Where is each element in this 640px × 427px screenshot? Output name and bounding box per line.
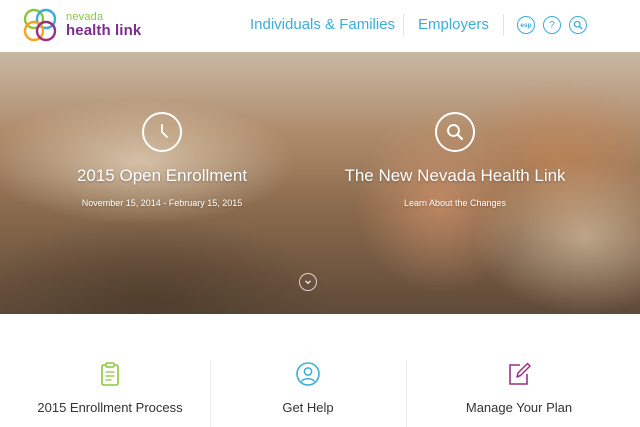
hero-title-new-link[interactable]: The New Nevada Health Link <box>325 166 585 186</box>
clock-icon <box>142 112 182 152</box>
logo-text-big: health link <box>66 22 142 39</box>
person-icon <box>296 362 320 386</box>
nav-employers[interactable]: Employers <box>418 16 489 33</box>
clipboard-icon <box>101 362 119 386</box>
edit-icon <box>509 362 531 385</box>
hero-title-enrollment[interactable]: 2015 Open Enrollment <box>32 166 292 186</box>
feature-get-help[interactable]: Get Help <box>210 314 406 427</box>
help-button[interactable]: ? <box>543 16 561 34</box>
logo-mark-icon <box>23 8 57 42</box>
nevada-health-link-logo[interactable]: nevada health link <box>22 7 141 45</box>
search-button[interactable] <box>569 16 587 34</box>
search-icon <box>435 112 475 152</box>
feature-enrollment-process[interactable]: 2015 Enrollment Process <box>10 314 210 427</box>
feature-manage-plan[interactable]: Manage Your Plan <box>406 314 632 427</box>
nav-divider <box>503 14 504 36</box>
spanish-language-button[interactable]: esp <box>517 16 535 34</box>
feature-label-help: Get Help <box>282 400 334 415</box>
feature-label-enrollment: 2015 Enrollment Process <box>37 400 183 415</box>
feature-label-manage: Manage Your Plan <box>465 400 573 415</box>
site-header: nevada health link Individuals & Familie… <box>0 0 640 52</box>
hero-subtitle-changes[interactable]: Learn About the Changes <box>325 198 585 208</box>
hero-banner: 2015 Open Enrollment November 15, 2014 -… <box>0 52 640 314</box>
nav-individuals-families[interactable]: Individuals & Families <box>250 16 395 33</box>
new-health-link-promo[interactable]: The New Nevada Health Link Learn About t… <box>325 112 585 208</box>
nav-divider <box>403 14 404 36</box>
chevron-down-icon <box>305 280 311 285</box>
hero-subtitle-dates: November 15, 2014 - February 15, 2015 <box>81 198 243 208</box>
open-enrollment-promo[interactable]: 2015 Open Enrollment November 15, 2014 -… <box>32 112 292 208</box>
search-icon <box>573 20 583 30</box>
feature-links: 2015 Enrollment Process Get Help Manage … <box>0 314 640 427</box>
scroll-down-button[interactable] <box>299 273 317 291</box>
